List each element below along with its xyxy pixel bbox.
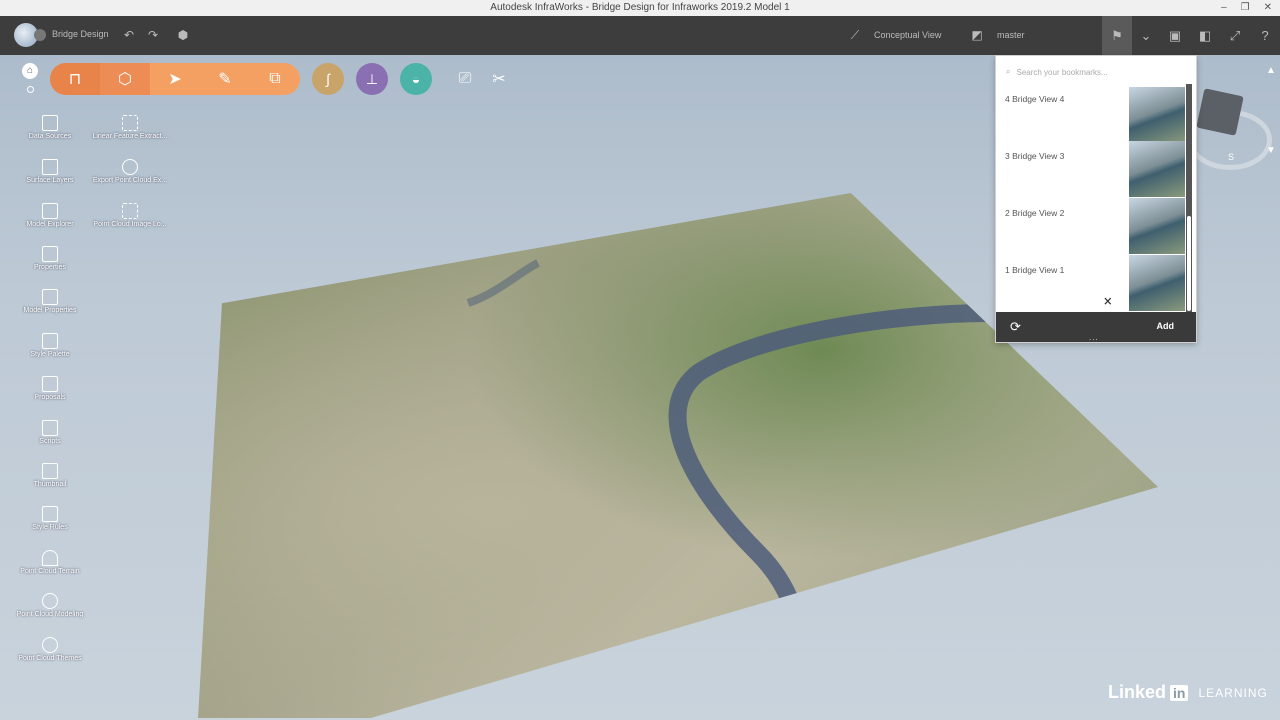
palette-scripts[interactable]: Scripts bbox=[8, 420, 92, 445]
model-name[interactable]: Bridge Design bbox=[52, 29, 109, 39]
palette-style-palette[interactable]: Style Palette bbox=[8, 333, 92, 358]
cube-icon[interactable]: ⬢ bbox=[176, 28, 190, 42]
palette-point-cloud-terrain[interactable]: Point Cloud Terrain bbox=[8, 550, 92, 575]
bookmarks-panel: ⌕ Search your bookmarks... 4 Bridge View… bbox=[995, 55, 1197, 343]
style-palette-icon bbox=[42, 333, 58, 349]
bookmark-row[interactable]: 1 Bridge View 1 bbox=[996, 255, 1196, 311]
bridge-icon[interactable]: ⊓ bbox=[50, 63, 100, 95]
palette-model-explorer[interactable]: Model Explorer bbox=[8, 203, 92, 228]
home-icon[interactable]: ⌂ bbox=[22, 63, 38, 79]
viewcube-up-arrow-icon[interactable]: ▲ bbox=[1266, 65, 1276, 76]
fullscreen-icon[interactable]: ⤢ bbox=[1220, 16, 1250, 55]
bookmark-thumbnail[interactable] bbox=[1129, 87, 1185, 143]
copy-icon[interactable]: ⧉ bbox=[250, 63, 300, 95]
help-icon[interactable]: ? bbox=[1250, 16, 1280, 55]
cloud-modeling-icon bbox=[42, 593, 58, 609]
presentation-icon[interactable]: ⎚ bbox=[452, 66, 478, 92]
style-rules-icon bbox=[42, 506, 58, 522]
refresh-icon[interactable]: ⟳ bbox=[1010, 319, 1021, 335]
bookmark-thumbnail[interactable] bbox=[1129, 198, 1185, 254]
export-cloud-icon bbox=[122, 159, 138, 175]
delete-bookmark-icon[interactable]: 🗙 bbox=[1104, 294, 1112, 311]
window-controls: – ❐ ✕ bbox=[1221, 0, 1272, 16]
palette-thumbnail[interactable]: Thumbnail bbox=[8, 463, 92, 488]
bookmarks-search-input[interactable]: Search your bookmarks... bbox=[1016, 68, 1107, 77]
linkedin-learning-logo: Linked in LEARNING bbox=[1108, 682, 1268, 702]
palette-style-rules[interactable]: Style Rules bbox=[8, 506, 92, 531]
palette-surface-layers[interactable]: Surface Layers bbox=[8, 159, 92, 184]
palette-point-cloud-themes[interactable]: Point Cloud Themes bbox=[8, 637, 92, 662]
model-properties-icon bbox=[42, 289, 58, 305]
road-icon[interactable]: ∫ bbox=[312, 63, 344, 95]
bookmark-thumbnail[interactable] bbox=[1129, 141, 1185, 197]
bookmarks-list: 4 Bridge View 4 3 Bridge View 3 2 Bridge… bbox=[996, 84, 1196, 312]
explorer-icon bbox=[42, 203, 58, 219]
viewcube[interactable] bbox=[1196, 88, 1244, 136]
bookmark-row[interactable]: 3 Bridge View 3 bbox=[996, 141, 1196, 197]
window-titlebar: Autodesk InfraWorks - Bridge Design for … bbox=[0, 0, 1280, 17]
bookmark-label: 2 Bridge View 2 bbox=[1005, 208, 1065, 218]
palette-properties[interactable]: Properties bbox=[8, 246, 92, 271]
palette-data-sources[interactable]: Data Sources bbox=[8, 115, 92, 140]
search-icon: ⌕ bbox=[1006, 67, 1011, 76]
bookmark-label: 1 Bridge View 1 bbox=[1005, 265, 1065, 275]
pencil-icon[interactable]: ✎ bbox=[200, 63, 250, 95]
split-view-icon[interactable]: ◧ bbox=[1190, 16, 1220, 55]
thumbnail-icon bbox=[42, 463, 58, 479]
compass-south-label: S bbox=[1228, 152, 1235, 162]
branch-icon[interactable]: ◩ bbox=[970, 28, 984, 42]
menu-icon[interactable] bbox=[34, 29, 46, 41]
bookmark-row[interactable]: 2 Bridge View 2 bbox=[996, 198, 1196, 254]
create-tools-group: ⊓ ⬡ ➤ ✎ ⧉ bbox=[50, 63, 300, 95]
drainage-icon[interactable]: ◒ bbox=[400, 63, 432, 95]
visual-style-icon[interactable]: ⟋ bbox=[848, 28, 862, 42]
pointer-icon[interactable]: ➤ bbox=[150, 63, 200, 95]
branch-label[interactable]: master bbox=[997, 30, 1025, 40]
linear-feature-icon bbox=[122, 115, 138, 131]
interchange-icon[interactable]: ⊥ bbox=[356, 63, 388, 95]
palette-linear-feature-extract[interactable]: Linear Feature Extract... bbox=[88, 115, 172, 140]
minimize-icon[interactable]: – bbox=[1221, 0, 1227, 16]
palette-export-point-cloud[interactable]: Export Point Cloud Ex... bbox=[88, 159, 172, 184]
undo-icon[interactable]: ↶ bbox=[122, 28, 136, 42]
restore-icon[interactable]: ❐ bbox=[1241, 0, 1250, 16]
bookmark-thumbnail[interactable] bbox=[1129, 255, 1185, 311]
window-title: Autodesk InfraWorks - Bridge Design for … bbox=[490, 2, 790, 13]
palette-model-properties[interactable]: Model Properties bbox=[8, 289, 92, 314]
panel-icon[interactable]: ▣ bbox=[1160, 16, 1190, 55]
proposals-icon bbox=[42, 376, 58, 392]
properties-icon bbox=[42, 246, 58, 262]
layers-icon bbox=[42, 159, 58, 175]
bookmark-label: 3 Bridge View 3 bbox=[1005, 151, 1065, 161]
viewcube-down-arrow-icon[interactable]: ▼ bbox=[1266, 145, 1276, 156]
palette-proposals[interactable]: Proposals bbox=[8, 376, 92, 401]
bookmarks-toggle-icon[interactable]: ⚑ bbox=[1102, 16, 1132, 55]
database-icon bbox=[42, 115, 58, 131]
view-mode-label[interactable]: Conceptual View bbox=[874, 30, 941, 40]
cloud-themes-icon bbox=[42, 637, 58, 653]
add-bookmark-button[interactable]: Add bbox=[1157, 321, 1175, 331]
palette-point-cloud-image[interactable]: Point Cloud Image Lo... bbox=[88, 203, 172, 228]
cloud-image-icon bbox=[122, 203, 138, 219]
close-icon[interactable]: ✕ bbox=[1264, 0, 1272, 16]
model-cube-icon[interactable]: ⬡ bbox=[100, 63, 150, 95]
help-dropdown-icon[interactable]: ⌄ bbox=[1132, 16, 1160, 55]
redo-icon[interactable]: ↷ bbox=[146, 28, 160, 42]
main-toolbar: ⊓ ⬡ ➤ ✎ ⧉ ∫ ⊥ ◒ ⎚ ✂ bbox=[50, 62, 512, 96]
bookmark-row[interactable]: 4 Bridge View 4 bbox=[996, 84, 1196, 143]
header-right-icons: ⚑ ⌄ ▣ ◧ ⤢ ? bbox=[1102, 16, 1280, 55]
bookmarks-footer: ⟳ Add ... bbox=[996, 312, 1196, 342]
terrain-icon bbox=[42, 550, 58, 566]
app-header: Bridge Design ↶ ↷ ⬢ ⟋ Conceptual View ◩ … bbox=[0, 16, 1280, 55]
bookmarks-search[interactable]: ⌕ Search your bookmarks... bbox=[1006, 65, 1186, 79]
palette-point-cloud-modeling[interactable]: Point Cloud Modeling bbox=[8, 593, 92, 618]
bookmarks-scroll-thumb[interactable] bbox=[1187, 216, 1191, 311]
scripts-icon bbox=[42, 420, 58, 436]
bookmark-label: 4 Bridge View 4 bbox=[1005, 94, 1065, 104]
settings-dot-icon[interactable] bbox=[27, 86, 34, 93]
more-options-button[interactable]: ... bbox=[1089, 333, 1099, 342]
tools-icon[interactable]: ✂ bbox=[486, 66, 512, 92]
